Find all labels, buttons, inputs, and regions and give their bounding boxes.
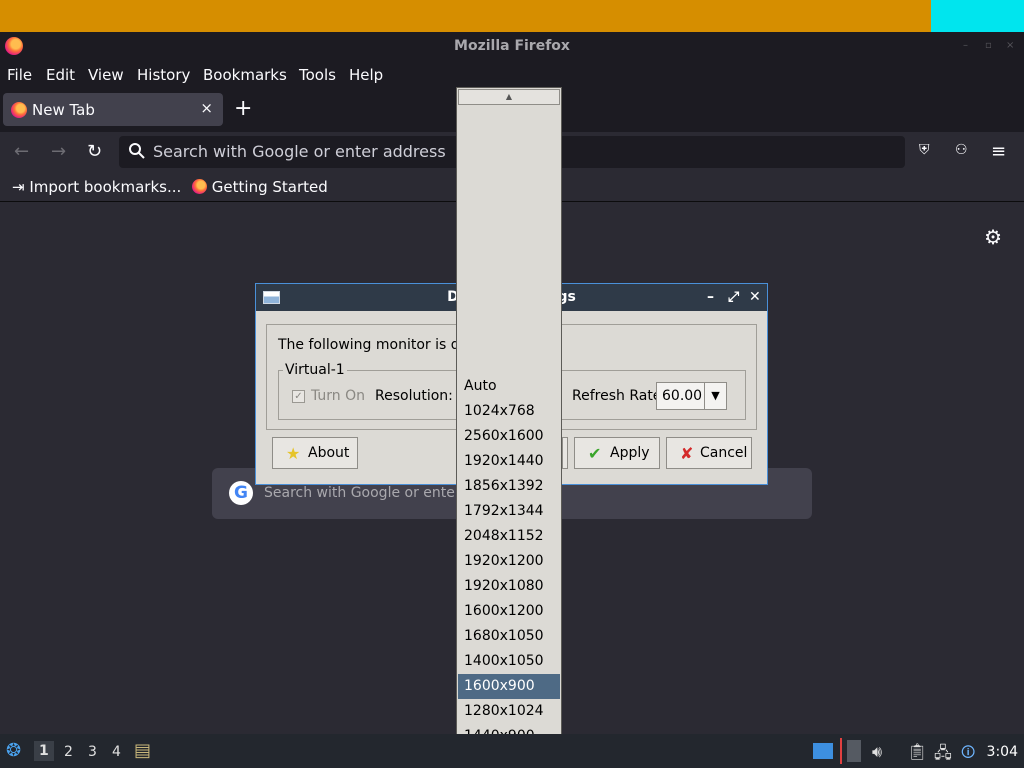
gear-icon[interactable]: ⚙	[984, 225, 1002, 249]
resolution-option[interactable]: 1280x1024	[458, 699, 560, 724]
tray-separator	[840, 738, 842, 764]
monitor-name: Virtual-1	[283, 362, 347, 378]
chevron-down-icon[interactable]: ▼	[704, 383, 726, 409]
menu-file[interactable]: File	[7, 66, 32, 84]
resolution-option[interactable]: 2048x1152	[458, 524, 560, 549]
minimize-icon[interactable]: –	[963, 40, 973, 51]
cancel-label: Cancel	[700, 445, 748, 461]
start-menu-icon[interactable]: ❂	[6, 740, 21, 761]
menu-view[interactable]: View	[88, 66, 124, 84]
apply-label: Apply	[610, 445, 650, 461]
apply-button[interactable]: ✔ Apply	[574, 437, 660, 469]
menu-tools[interactable]: Tools	[299, 66, 336, 84]
close-icon[interactable]: ×	[1006, 40, 1016, 51]
menu-help[interactable]: Help	[349, 66, 383, 84]
menu-history[interactable]: History	[137, 66, 190, 84]
dialog-maximize-icon[interactable]: ⤢	[728, 289, 739, 305]
file-manager-icon[interactable]: ▤	[134, 740, 151, 761]
star-icon: ★	[286, 444, 301, 463]
cancel-button[interactable]: ✘ Cancel	[666, 437, 752, 469]
getting-started-link[interactable]: Getting Started	[192, 178, 328, 196]
tab-new-tab[interactable]: New Tab ×	[3, 93, 223, 126]
top-strip-accent	[931, 0, 1024, 32]
firefox-titlebar: Mozilla Firefox – ▫ ×	[0, 32, 1024, 61]
volume-icon[interactable]: 🔊︎	[872, 742, 882, 762]
refresh-rate-label: Refresh Rate:	[572, 388, 667, 404]
clipboard-icon[interactable]: 📋︎	[907, 742, 927, 761]
getting-started-label: Getting Started	[211, 178, 328, 196]
cancel-x-icon: ✘	[680, 444, 694, 463]
resolution-option[interactable]: 1680x1050	[458, 624, 560, 649]
workspace-2[interactable]: 2	[64, 744, 73, 760]
refresh-rate-select[interactable]: 60.00 ▼	[656, 382, 727, 410]
window-title: Mozilla Firefox	[454, 38, 570, 54]
resolution-option[interactable]: 1600x1200	[458, 599, 560, 624]
about-label: About	[308, 445, 350, 461]
top-strip	[0, 0, 1024, 32]
menu-bookmarks[interactable]: Bookmarks	[203, 66, 287, 84]
eject-icon[interactable]	[847, 740, 861, 762]
network-icon[interactable]: 🖧︎	[934, 742, 952, 768]
resolution-option[interactable]: 1920x1440	[458, 449, 560, 474]
import-icon: ⇥	[12, 178, 25, 196]
resolution-option[interactable]: Auto	[458, 374, 560, 399]
reload-icon[interactable]: ↻	[87, 141, 102, 162]
import-bookmarks-link[interactable]: ⇥ Import bookmarks...	[12, 178, 181, 196]
workspace-4[interactable]: 4	[112, 744, 121, 760]
dialog-minimize-icon[interactable]: –	[707, 289, 714, 305]
address-placeholder: Search with Google or enter address	[153, 142, 446, 161]
taskbar: ❂ 1 2 3 4 ▤ 🔊︎ 📋︎ 🖧︎ 🛈 3:04	[0, 734, 1024, 768]
turn-on-label: Turn On	[311, 388, 366, 404]
hidden-button-edge	[562, 437, 568, 469]
resolution-option[interactable]: 1792x1344	[458, 499, 560, 524]
firefox-icon	[11, 102, 27, 118]
firefox-icon	[192, 179, 207, 194]
ublock-icon[interactable]: ⛨	[919, 142, 930, 158]
dialog-close-icon[interactable]: ✕	[749, 289, 761, 305]
new-tab-button[interactable]: +	[234, 96, 252, 121]
notification-icon[interactable]: 🛈	[961, 742, 975, 766]
resolution-dropdown-list[interactable]: ▲ Auto 1024x768 2560x1600 1920x1440 1856…	[456, 87, 562, 765]
resolution-option[interactable]: 1400x1050	[458, 649, 560, 674]
resolution-label: Resolution:	[375, 388, 453, 404]
tab-label: New Tab	[32, 101, 95, 119]
checkmark-icon: ✔	[588, 444, 602, 463]
refresh-rate-value: 60.00	[662, 388, 703, 404]
maximize-icon[interactable]: ▫	[985, 40, 995, 51]
forward-icon[interactable]: →	[51, 141, 66, 162]
clock: 3:04	[986, 744, 1018, 760]
menu-edit[interactable]: Edit	[46, 66, 75, 84]
back-icon[interactable]: ←	[14, 141, 29, 162]
window-list-icon[interactable]	[813, 743, 833, 759]
resolution-option[interactable]: 1856x1392	[458, 474, 560, 499]
menu-bar: File Edit View History Bookmarks Tools H…	[0, 61, 1024, 88]
hamburger-menu-icon[interactable]: ≡	[991, 141, 1006, 162]
scroll-up-arrow[interactable]: ▲	[458, 89, 560, 105]
search-icon	[129, 143, 145, 159]
import-bookmarks-label: Import bookmarks...	[29, 178, 182, 196]
resolution-option[interactable]: 2560x1600	[458, 424, 560, 449]
workspace-3[interactable]: 3	[88, 744, 97, 760]
resolution-option[interactable]: 1920x1200	[458, 549, 560, 574]
turn-on-checkbox[interactable]: ✓	[292, 390, 305, 403]
extension-icon[interactable]: ⚇	[955, 142, 968, 158]
resolution-option[interactable]: 1920x1080	[458, 574, 560, 599]
resolution-option-selected[interactable]: 1600x900	[458, 674, 560, 699]
about-button[interactable]: ★ About	[272, 437, 358, 469]
workspace-1[interactable]: 1	[34, 741, 54, 761]
tab-close-icon[interactable]: ×	[200, 99, 213, 117]
google-icon: G	[229, 481, 253, 505]
resolution-option[interactable]: 1024x768	[458, 399, 560, 424]
